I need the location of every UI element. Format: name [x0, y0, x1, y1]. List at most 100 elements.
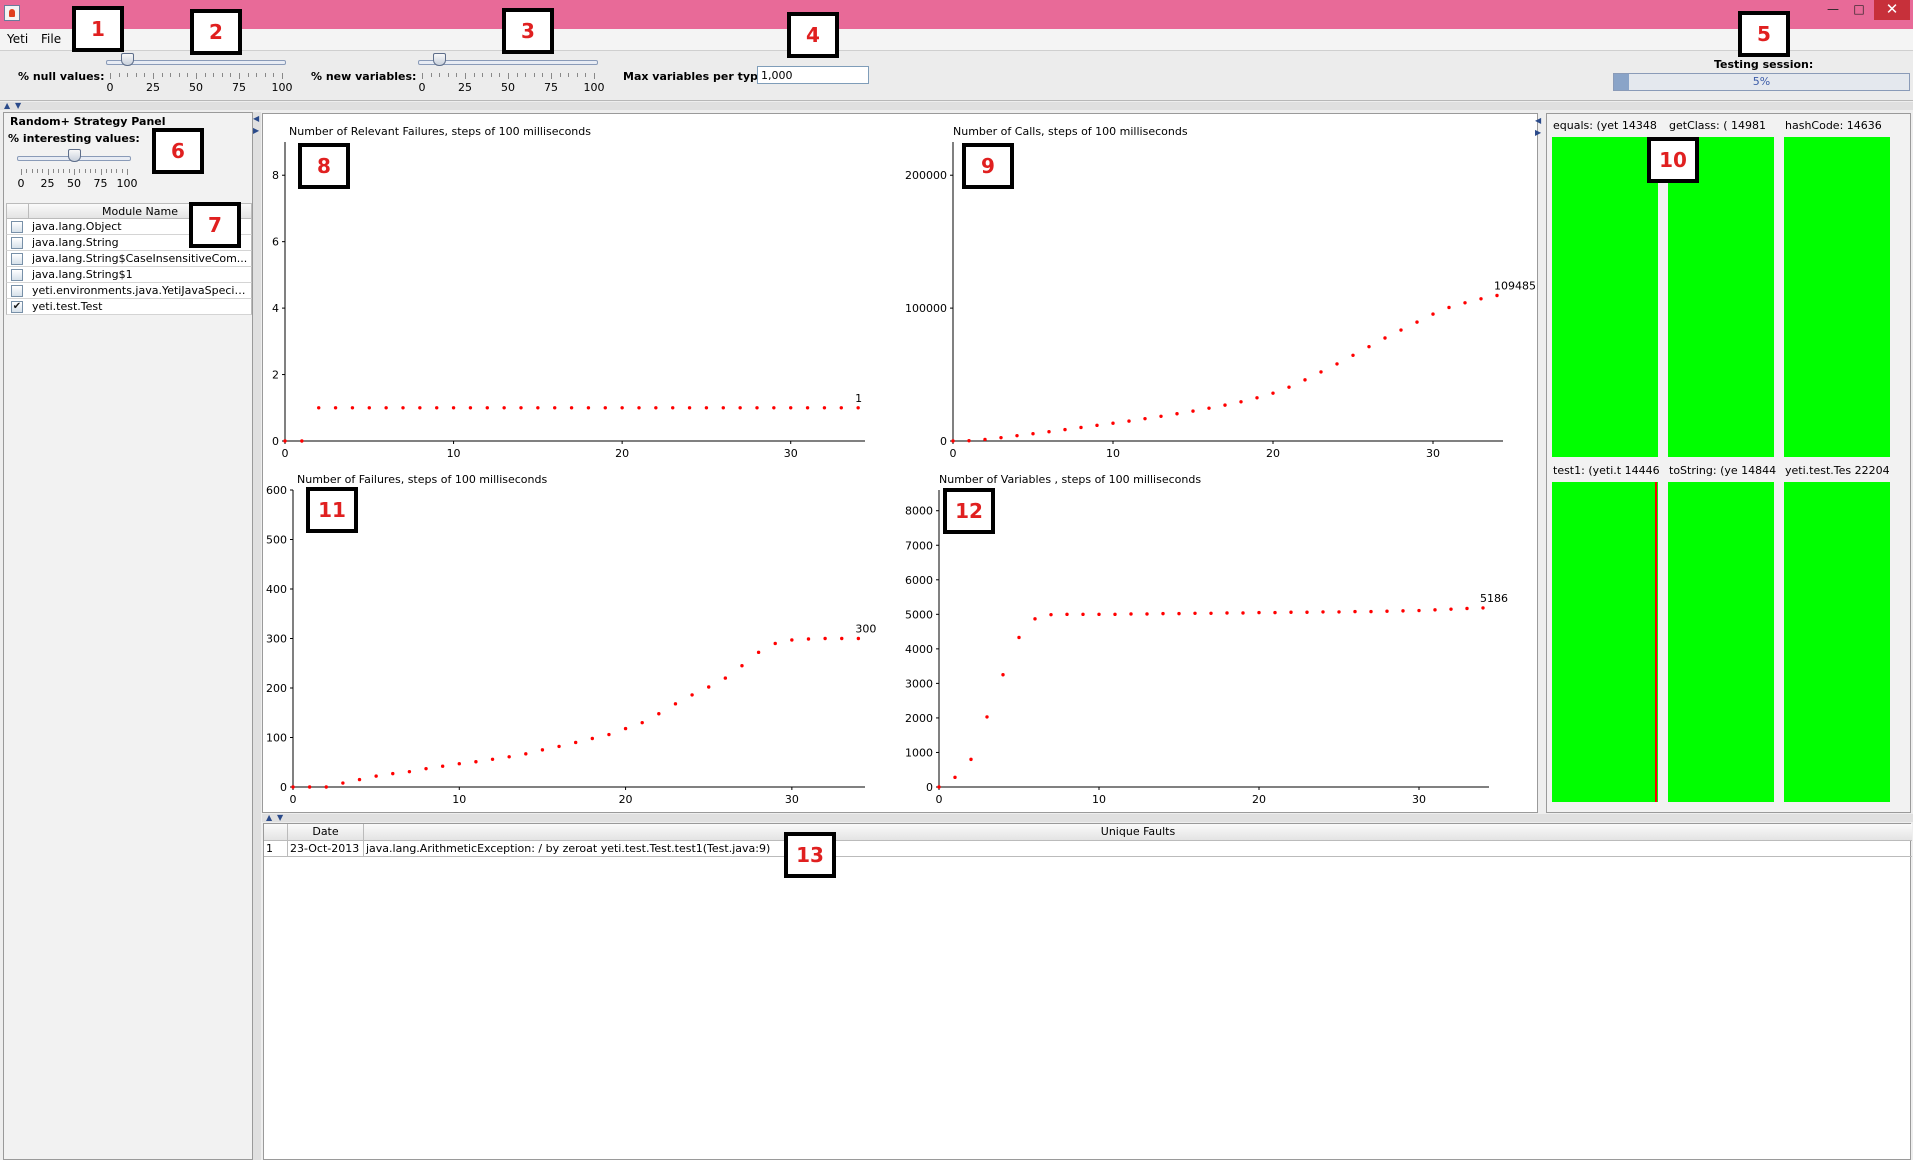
- slider-tick: [116, 169, 118, 173]
- menu-file[interactable]: File: [41, 32, 61, 46]
- data-point: [1017, 635, 1021, 640]
- bottom-splitter-up-icon[interactable]: ▲: [266, 813, 272, 822]
- close-icon[interactable]: ✕: [1874, 0, 1910, 20]
- collapse-left-icon[interactable]: ◀: [253, 114, 259, 123]
- y-tick-label: 500: [266, 534, 287, 547]
- data-point: [687, 406, 692, 410]
- data-point: [573, 740, 578, 745]
- faults-header-index[interactable]: [264, 824, 288, 841]
- data-point: [440, 764, 445, 768]
- new-variables-slider[interactable]: 0 25 50 75 100: [418, 53, 605, 95]
- coverage-block[interactable]: [1784, 482, 1890, 802]
- splitter-down-arrow-icon[interactable]: ▼: [15, 101, 21, 110]
- faults-header-unique-faults[interactable]: Unique Faults: [364, 824, 1912, 841]
- module-checkbox[interactable]: [11, 285, 23, 297]
- y-tick-label: 1000: [905, 746, 933, 759]
- y-tick-label: 6: [272, 236, 279, 249]
- x-tick-label: 20: [1252, 793, 1266, 806]
- max-variables-input[interactable]: [757, 66, 869, 84]
- coverage-block[interactable]: [1668, 482, 1774, 802]
- slider-thumb[interactable]: [433, 53, 447, 66]
- x-tick-label: 10: [1106, 447, 1120, 460]
- data-point: [300, 439, 304, 443]
- module-row[interactable]: java.lang.String$1: [6, 267, 252, 283]
- data-point: [536, 406, 540, 410]
- annotation-badge-12: 12: [943, 488, 995, 534]
- data-point: [740, 664, 744, 668]
- module-checkbox[interactable]: [11, 221, 23, 233]
- data-point: [671, 406, 675, 410]
- slider-tick: [482, 73, 484, 77]
- module-row[interactable]: ✔ yeti.test.Test: [6, 299, 252, 315]
- slider-tick: [95, 169, 97, 173]
- data-point: [407, 769, 412, 774]
- data-point: [1257, 610, 1261, 615]
- faults-header: Date Unique Faults: [264, 824, 1912, 841]
- menu-yeti[interactable]: Yeti: [7, 32, 28, 46]
- y-tick-label: 0: [280, 781, 287, 794]
- data-point: [1319, 370, 1323, 374]
- chart-title: Number of Relevant Failures, steps of 10…: [289, 125, 591, 138]
- top-splitter[interactable]: ▲ ▼: [0, 101, 1913, 110]
- data-point: [569, 406, 574, 410]
- module-checkbox[interactable]: [11, 237, 23, 249]
- slider-tick: [473, 73, 475, 77]
- slider-tick-label: 75: [544, 81, 558, 94]
- coverage-marker-line: [1654, 482, 1657, 802]
- module-row[interactable]: java.lang.String$CaseInsensitiveCom...: [6, 251, 252, 267]
- x-tick-label: 30: [1412, 793, 1426, 806]
- slider-thumb[interactable]: [68, 149, 81, 162]
- data-point: [519, 406, 523, 410]
- data-point: [1431, 312, 1435, 316]
- module-checkbox[interactable]: [11, 269, 23, 281]
- last-value-label: 5186: [1480, 592, 1508, 605]
- bottom-splitter[interactable]: ▲ ▼: [262, 813, 1913, 822]
- slider-tick: [282, 73, 283, 79]
- maximize-icon[interactable]: □: [1848, 0, 1870, 20]
- data-point: [367, 406, 371, 410]
- coverage-block[interactable]: [1668, 137, 1774, 457]
- null-values-slider[interactable]: 0 25 50 75 100: [106, 53, 293, 95]
- y-tick-label: 100000: [905, 302, 947, 315]
- max-variables-label: Max variables per type:: [623, 70, 770, 83]
- charts-collapse-icon[interactable]: ◀: [1535, 116, 1541, 125]
- charts-expand-icon[interactable]: ▶: [1535, 128, 1541, 137]
- annotation-badge-8: 8: [298, 143, 350, 189]
- interesting-values-slider[interactable]: 0 25 50 75 100: [17, 149, 138, 191]
- slider-tick: [508, 73, 509, 79]
- slider-tick: [144, 73, 146, 77]
- data-point: [790, 638, 794, 642]
- data-point: [823, 636, 827, 641]
- null-values-label: % null values:: [18, 70, 105, 83]
- expand-left-icon[interactable]: ▶: [253, 126, 259, 135]
- data-point: [1193, 611, 1197, 615]
- table-row[interactable]: 1 23-Oct-2013 java.lang.ArithmeticExcept…: [264, 841, 1912, 857]
- splitter-up-arrow-icon[interactable]: ▲: [4, 101, 10, 110]
- data-point: [401, 406, 405, 410]
- data-point: [457, 762, 461, 766]
- module-checkbox[interactable]: [11, 253, 23, 265]
- data-point: [1223, 403, 1227, 407]
- coverage-block[interactable]: [1552, 482, 1658, 802]
- bottom-splitter-down-icon[interactable]: ▼: [277, 813, 283, 822]
- chart-title: Number of Variables , steps of 100 milli…: [939, 473, 1201, 486]
- slider-ticks: [418, 73, 598, 79]
- data-point: [502, 406, 506, 410]
- data-point: [374, 774, 378, 778]
- slider-thumb[interactable]: [121, 53, 135, 66]
- minimize-icon[interactable]: —: [1822, 0, 1844, 20]
- coverage-title: getClass: ( 14981: [1669, 119, 1766, 132]
- coverage-block[interactable]: [1784, 137, 1890, 457]
- slider-tick: [594, 73, 595, 79]
- module-checkbox[interactable]: ✔: [11, 301, 23, 313]
- module-row[interactable]: yeti.environments.java.YetiJavaSpecifi..…: [6, 283, 252, 299]
- coverage-title: equals: (yet 14348: [1553, 119, 1657, 132]
- data-point: [1113, 612, 1117, 617]
- slider-tick: [79, 169, 81, 173]
- left-splitter[interactable]: ◀ ▶: [253, 112, 261, 1160]
- coverage-block[interactable]: [1552, 137, 1658, 457]
- y-tick-label: 200: [266, 682, 287, 695]
- data-point: [1337, 610, 1341, 614]
- data-point: [1369, 609, 1373, 614]
- faults-header-date[interactable]: Date: [288, 824, 364, 841]
